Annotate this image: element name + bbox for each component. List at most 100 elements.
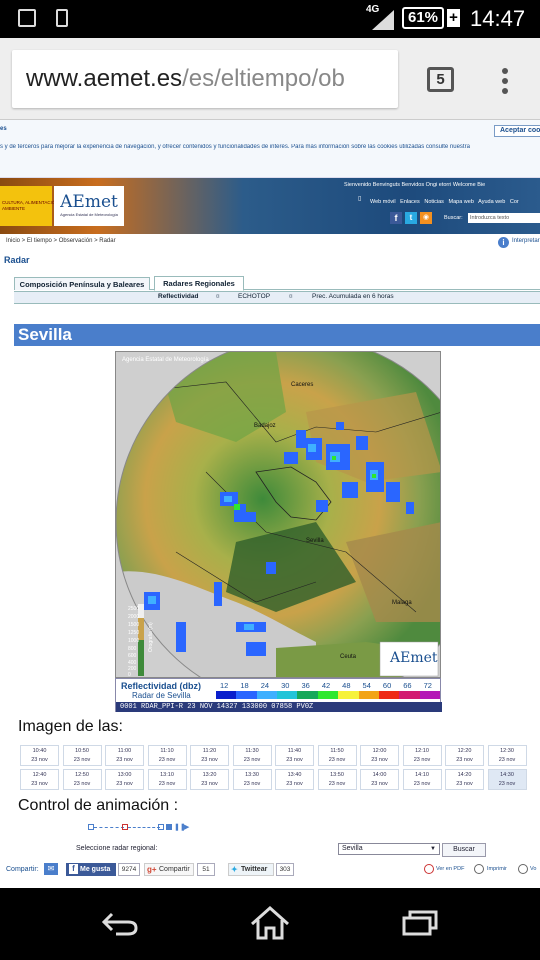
- back-icon[interactable]: [102, 910, 138, 936]
- facebook-icon[interactable]: f: [390, 212, 402, 224]
- time-slot[interactable]: 13:10 23 nov: [147, 769, 187, 790]
- voice-icon[interactable]: [518, 864, 528, 874]
- time-slot-time: 14:20: [457, 772, 472, 778]
- gplus-icon: g+: [147, 865, 157, 874]
- time-slot[interactable]: 12:30 23 nov: [487, 745, 527, 766]
- time-slot[interactable]: 14:10 23 nov: [402, 769, 442, 790]
- time-slot-time: 10:40: [32, 748, 47, 754]
- breadcrumb-el-tiempo[interactable]: El tiempo: [27, 238, 52, 244]
- legend-value: 48: [342, 681, 351, 690]
- search-button[interactable]: Buscar: [442, 843, 486, 857]
- radar-select[interactable]: Sevilla ▼: [338, 843, 440, 855]
- time-slot-date: 23 nov: [201, 781, 218, 787]
- time-slot-date: 23 nov: [243, 757, 261, 763]
- link-noticias[interactable]: Noticias: [424, 199, 444, 205]
- phone-icon: [56, 9, 68, 27]
- accept-cookies-button[interactable]: Aceptar coo: [494, 125, 540, 137]
- time-slot[interactable]: 11:10 23 nov: [147, 745, 187, 766]
- time-slot[interactable]: 10:40 23 nov: [20, 745, 59, 766]
- time-slot[interactable]: 11:50 23 nov: [317, 745, 357, 766]
- time-slot[interactable]: 11:00 23 nov: [105, 745, 144, 766]
- tab-switcher-button[interactable]: 5: [427, 67, 454, 92]
- radar-map: Agencia Estatal de Meteorología Caceres …: [116, 352, 440, 677]
- subtab-reflectividad[interactable]: Reflectividad: [158, 293, 198, 300]
- tab-composicion[interactable]: Composición Península y Baleares: [14, 277, 150, 290]
- time-slot-date: 23 nov: [286, 781, 303, 787]
- time-slot[interactable]: 13:00 23 nov: [105, 769, 144, 790]
- subtab-echotop[interactable]: ECHOTOP: [238, 293, 270, 300]
- pdf-link[interactable]: Ver en PDF: [436, 866, 464, 872]
- like-count: 9274: [118, 863, 140, 876]
- legend-value: 72: [423, 681, 432, 690]
- facebook-like-button[interactable]: f Me gusta: [66, 863, 116, 876]
- breadcrumb: Inicio > El tiempo > Observación > Radar…: [6, 237, 540, 248]
- time-slot[interactable]: 10:50 23 nov: [62, 745, 102, 766]
- rss-icon[interactable]: ◉: [420, 212, 432, 224]
- voice-link[interactable]: Vo: [530, 866, 536, 872]
- language-links[interactable]: Sienvenido Benvinguts Benvidos Ongi etor…: [344, 182, 485, 188]
- time-slot[interactable]: 14:20 23 nov: [445, 769, 484, 790]
- link-ayuda-web[interactable]: Ayuda web: [478, 199, 505, 205]
- time-slot-time: 12:40: [32, 772, 47, 778]
- time-slot-time: 12:50: [75, 772, 89, 778]
- time-slot-time: 12:30: [500, 748, 514, 754]
- time-slot[interactable]: 11:30 23 nov: [232, 745, 272, 766]
- legend-title: Reflectividad (dbz): [121, 681, 202, 691]
- time-slot[interactable]: 13:50 23 nov: [317, 769, 357, 790]
- legend-value: 18: [240, 681, 249, 690]
- time-slot[interactable]: 12:40 23 nov: [20, 769, 59, 790]
- email-icon[interactable]: ✉: [44, 863, 58, 875]
- cookie-label: es: [0, 126, 7, 132]
- pdf-icon[interactable]: [424, 864, 434, 874]
- time-slot[interactable]: 13:40 23 nov: [275, 769, 314, 790]
- time-slot-date: 23 nov: [413, 757, 431, 763]
- twitter-bird-icon: ✦: [231, 865, 238, 874]
- play-icon[interactable]: ▶: [184, 823, 189, 831]
- time-slot[interactable]: 11:40 23 nov: [275, 745, 314, 766]
- time-slot[interactable]: 12:50 23 nov: [62, 769, 102, 790]
- time-slot-date: 23 nov: [73, 757, 91, 763]
- link-mapa-web[interactable]: Mapa web: [449, 199, 474, 205]
- breadcrumb-inicio[interactable]: Inicio: [6, 238, 20, 244]
- time-slot[interactable]: 14:00 23 nov: [360, 769, 399, 790]
- time-slot-time: 11:20: [202, 748, 217, 754]
- time-slot[interactable]: 12:00 23 nov: [360, 745, 399, 766]
- next-frame-button[interactable]: [158, 824, 164, 830]
- time-slot[interactable]: 11:20 23 nov: [190, 745, 229, 766]
- link-enlaces[interactable]: Enlaces: [400, 199, 420, 205]
- tweet-button[interactable]: ✦ Twittear: [228, 863, 274, 876]
- time-slot-date: 23 nov: [201, 757, 218, 763]
- interpret-link[interactable]: Interpretar: [512, 238, 540, 244]
- print-icon[interactable]: [474, 864, 484, 874]
- info-icon[interactable]: i: [498, 237, 509, 248]
- recent-apps-icon[interactable]: [402, 910, 438, 936]
- breadcrumb-observacion[interactable]: Observación: [59, 238, 93, 244]
- legend-swatch: [378, 691, 400, 699]
- time-slot-time: 13:40: [287, 772, 302, 778]
- time-slot[interactable]: 13:20 23 nov: [190, 769, 229, 790]
- site-search-input[interactable]: Introduzca texto: [468, 213, 540, 223]
- time-slot[interactable]: 14:30 23 nov: [487, 769, 527, 790]
- subtab-prec-acumulada[interactable]: Prec. Acumulada en 6 horas: [312, 293, 394, 300]
- gplus-share-button[interactable]: g+ Compartir: [144, 863, 194, 876]
- tab-radares-regionales[interactable]: Radares Regionales: [154, 276, 244, 291]
- aemet-logo[interactable]: AEmet Agencia Estatal de Meteorología: [54, 186, 124, 226]
- time-slot-time: 11:50: [330, 748, 344, 754]
- android-nav-bar: [0, 888, 540, 960]
- stop-button[interactable]: [166, 824, 172, 830]
- link-contacto[interactable]: Cor: [510, 199, 519, 205]
- time-slot[interactable]: 13:30 23 nov: [232, 769, 272, 790]
- place-malaga: Malaga: [392, 600, 412, 606]
- legend-value: 24: [260, 681, 270, 690]
- time-slot[interactable]: 12:10 23 nov: [402, 745, 442, 766]
- overflow-menu-icon[interactable]: [502, 68, 508, 98]
- home-icon[interactable]: [250, 906, 290, 940]
- time-slot-date: 23 nov: [158, 781, 176, 787]
- time-slot[interactable]: 12:20 23 nov: [445, 745, 484, 766]
- twitter-icon[interactable]: t: [405, 212, 417, 224]
- search-label: Buscar:: [444, 215, 463, 221]
- print-link[interactable]: Imprimir: [487, 866, 507, 872]
- legend-swatch: [317, 691, 339, 699]
- address-bar[interactable]: www.aemet.es/es/eltiempo/ob: [12, 50, 398, 108]
- link-web-movil[interactable]: Web móvil: [370, 199, 396, 205]
